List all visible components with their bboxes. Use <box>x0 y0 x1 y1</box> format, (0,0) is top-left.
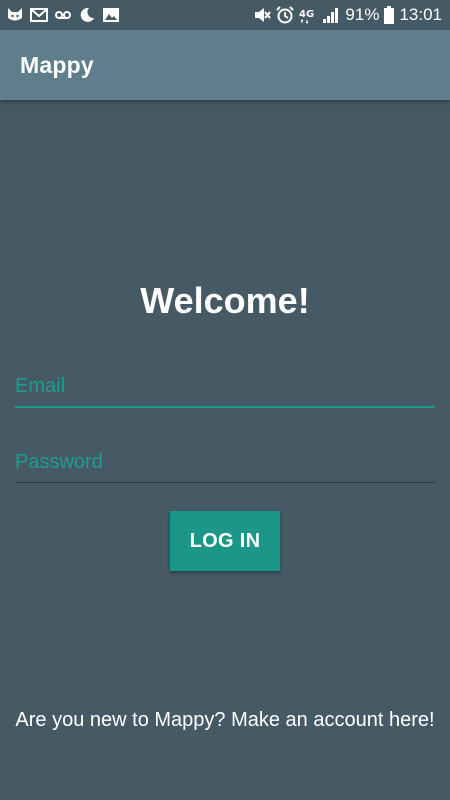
status-right-icons: 4G 91% 13:01 <box>253 5 442 25</box>
moon-icon <box>78 6 96 24</box>
app-title: Mappy <box>20 52 94 78</box>
cat-icon <box>6 6 24 24</box>
signup-link[interactable]: Are you new to Mappy? Make an account he… <box>15 708 435 733</box>
app-bar: Mappy <box>0 30 450 100</box>
image-icon <box>102 6 120 24</box>
clock: 13:01 <box>399 5 442 24</box>
battery-percent: 91% <box>345 5 380 24</box>
welcome-heading: Welcome! <box>140 280 310 321</box>
voicemail-icon <box>54 6 72 24</box>
password-field[interactable] <box>15 442 435 483</box>
svg-text:4G: 4G <box>299 9 314 20</box>
network-4g-icon: 4G <box>299 6 317 24</box>
status-bar: 4G 91% 13:01 <box>0 0 450 30</box>
alarm-icon <box>276 6 295 24</box>
signal-icon <box>322 6 340 24</box>
mute-icon <box>253 6 272 24</box>
email-field[interactable] <box>15 366 435 408</box>
login-button[interactable]: LOG IN <box>170 511 280 571</box>
mail-icon <box>30 6 48 24</box>
status-left-icons <box>6 5 120 25</box>
battery-icon <box>384 6 395 24</box>
